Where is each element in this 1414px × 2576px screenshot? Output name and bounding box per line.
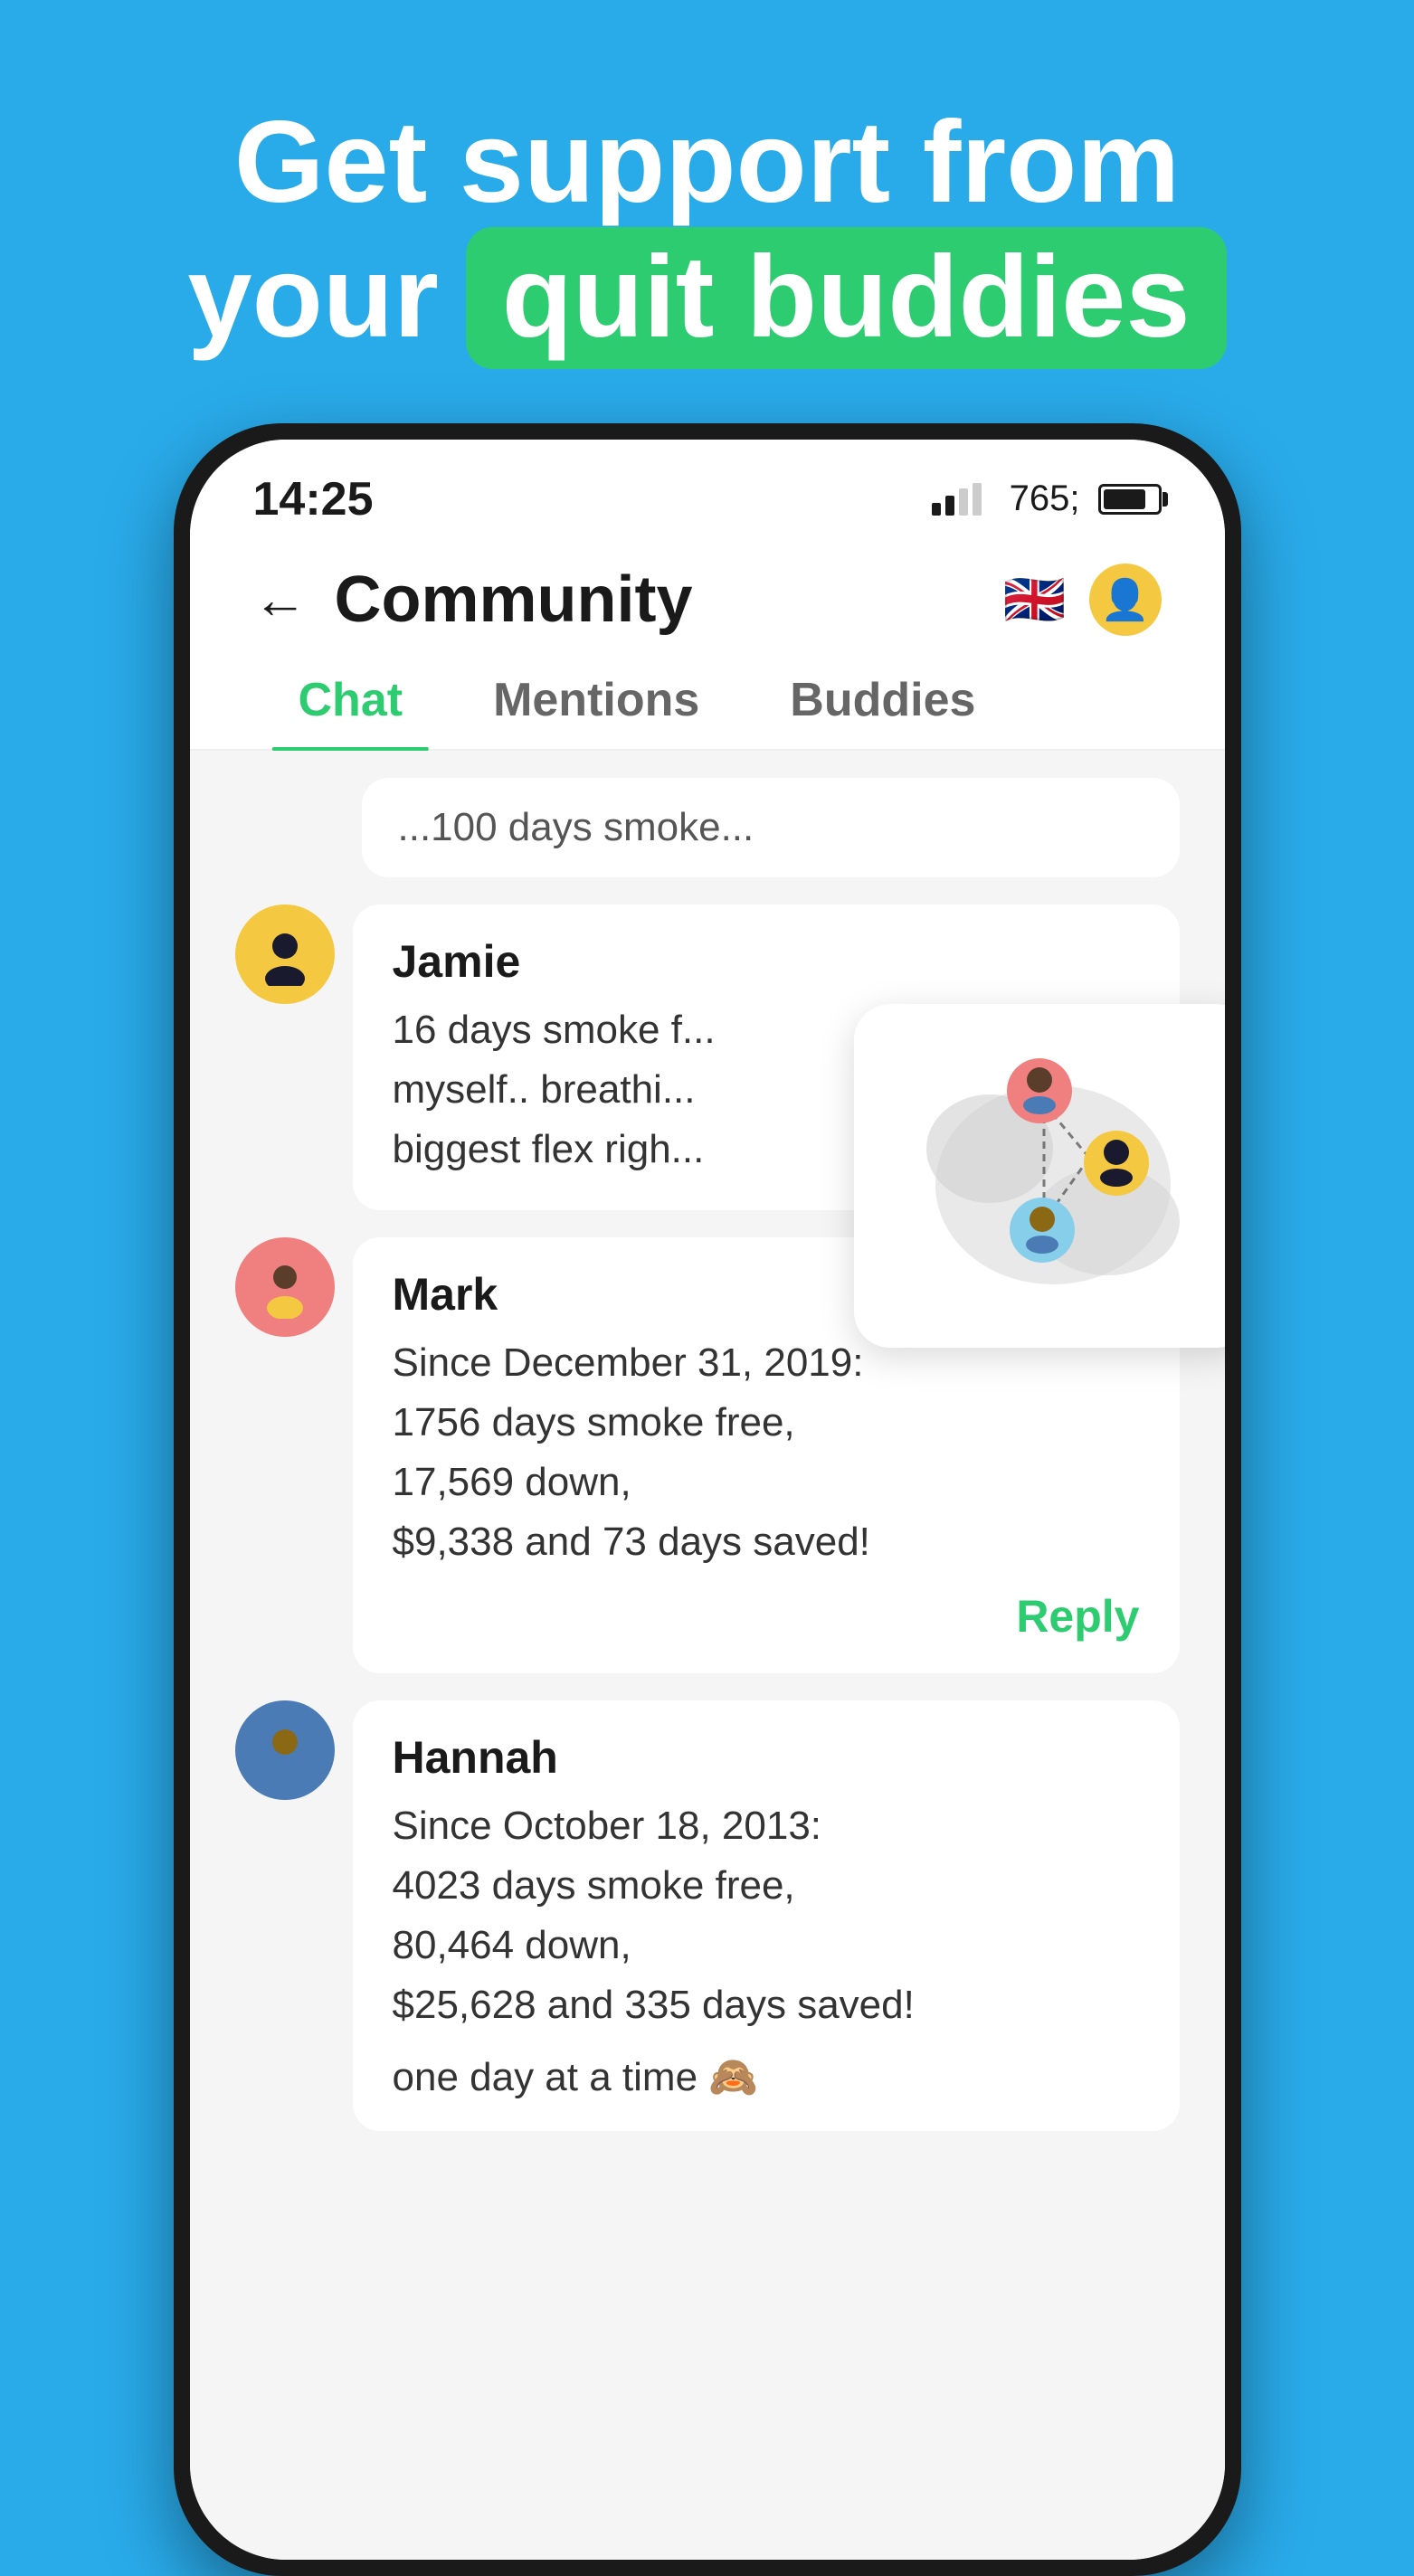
- message-row-jamie: Jamie 16 days smoke f...myself.. breathi…: [235, 904, 1180, 1210]
- mark-avatar: [235, 1237, 335, 1337]
- hannah-avatar: [235, 1700, 335, 1800]
- jamie-avatar: [235, 904, 335, 1004]
- buddy-network-popup: [854, 1004, 1225, 1348]
- flag-icon[interactable]: 🇬🇧: [999, 564, 1071, 636]
- jamie-name: Jamie: [393, 935, 1140, 988]
- phone-wrapper: 14:25  765; ← Community: [119, 423, 1295, 2513]
- status-time: 14:25: [253, 472, 374, 526]
- nav-title: Community: [335, 563, 999, 637]
- battery-icon: [1098, 484, 1162, 515]
- status-bar: 14:25  765;: [190, 440, 1225, 545]
- hannah-extra-text: one day at a time 🙈: [393, 2053, 1140, 2100]
- user-avatar[interactable]: 👤: [1089, 564, 1162, 636]
- quit-buddies-badge: quit buddies: [466, 227, 1227, 369]
- reply-button-mark[interactable]: Reply: [393, 1590, 1140, 1643]
- mark-text: Since December 31, 2019:1756 days smoke …: [393, 1333, 1140, 1572]
- header-line2-prefix: your: [187, 234, 438, 362]
- hannah-card: Hannah Since October 18, 2013:4023 days …: [353, 1700, 1180, 2131]
- chat-content: ...100 days smoke... Jamie 16 days smoke…: [190, 751, 1225, 2560]
- tab-bar: Chat Mentions Buddies: [190, 651, 1225, 751]
- wifi-icon:  765;: [1000, 478, 1080, 519]
- tab-chat[interactable]: Chat: [253, 651, 449, 749]
- truncated-message: ...100 days smoke...: [362, 778, 1180, 877]
- tab-buddies[interactable]: Buddies: [745, 651, 1020, 749]
- signal-icon: [932, 483, 982, 516]
- tab-mentions[interactable]: Mentions: [448, 651, 745, 749]
- nav-bar: ← Community 🇬🇧 👤: [190, 545, 1225, 651]
- nav-icons: 🇬🇧 👤: [999, 564, 1162, 636]
- header-section: Get support from your quit buddies: [187, 99, 1226, 369]
- header-line2: your quit buddies: [187, 227, 1226, 369]
- hannah-name: Hannah: [393, 1731, 1140, 1784]
- header-line1: Get support from: [187, 99, 1226, 227]
- phone-screen: 14:25  765; ← Community: [190, 440, 1225, 2560]
- message-row-hannah: Hannah Since October 18, 2013:4023 days …: [235, 1700, 1180, 2131]
- buddy-network-graphic: [899, 1040, 1207, 1312]
- hannah-text: Since October 18, 2013:4023 days smoke f…: [393, 1796, 1140, 2035]
- status-icons:  765;: [932, 478, 1162, 519]
- back-button[interactable]: ←: [253, 568, 308, 630]
- phone-outer: 14:25  765; ← Community: [174, 423, 1241, 2576]
